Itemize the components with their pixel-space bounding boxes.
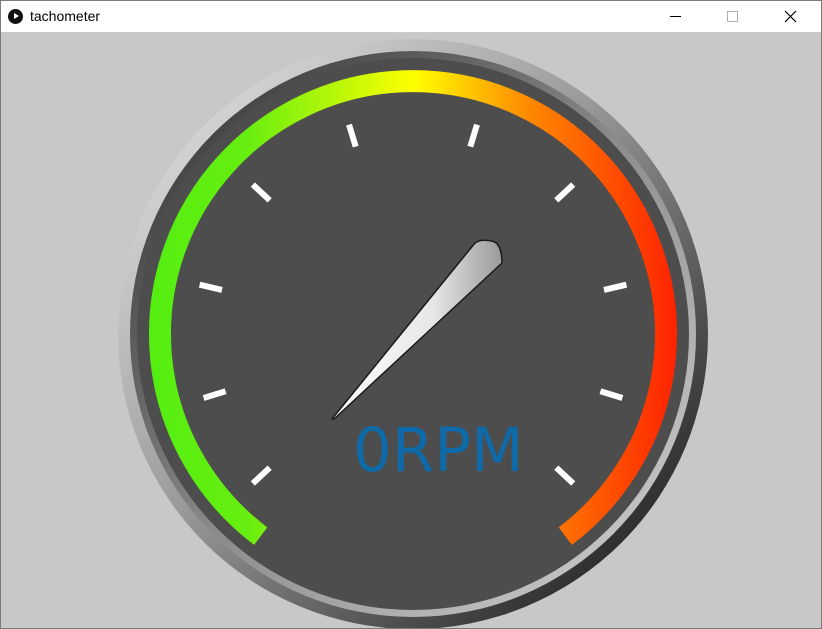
maximize-icon	[727, 11, 738, 22]
minimize-button[interactable]	[652, 1, 698, 32]
app-window: tachometer 0RPM	[0, 0, 822, 629]
close-icon	[784, 10, 797, 23]
rpm-readout: 0RPM	[353, 415, 524, 486]
window-title: tachometer	[30, 8, 101, 24]
tachometer-gauge	[118, 39, 708, 628]
play-circle-icon	[8, 9, 23, 24]
canvas-area: 0RPM	[1, 32, 821, 628]
minimize-icon	[670, 16, 681, 17]
maximize-button[interactable]	[709, 1, 755, 32]
close-button[interactable]	[767, 1, 813, 32]
title-bar[interactable]: tachometer	[1, 1, 821, 32]
